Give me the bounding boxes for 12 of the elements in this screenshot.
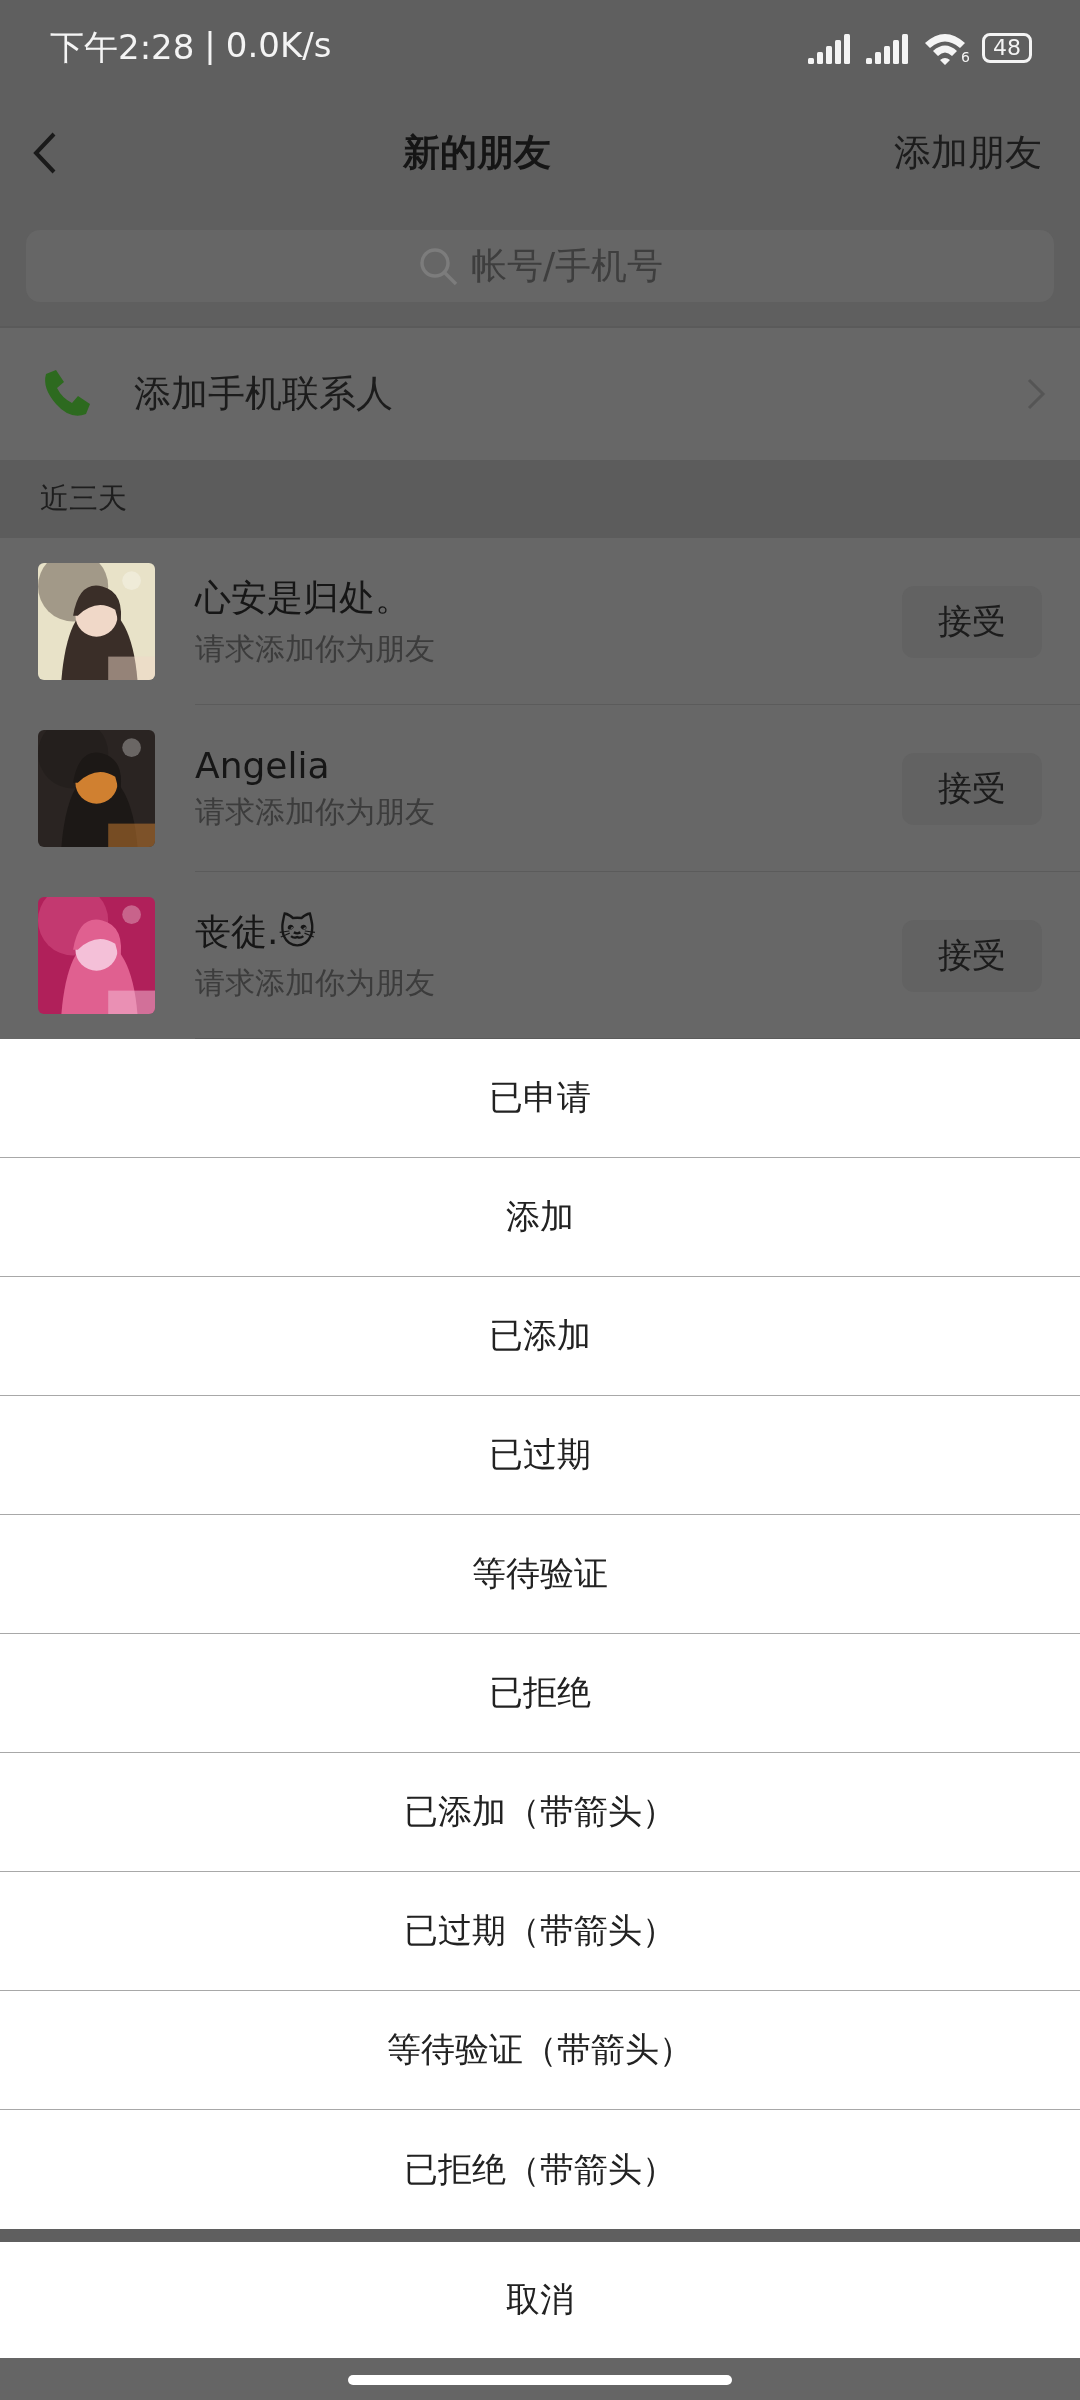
battery-icon: 48	[982, 33, 1032, 63]
page-title: 新的朋友	[402, 130, 552, 176]
section-header: 近三天	[0, 460, 1080, 538]
wifi-label: 6	[961, 49, 970, 65]
wifi-icon	[923, 31, 968, 65]
friend-name: 丧徒.🐱	[195, 909, 317, 954]
status-divider: |	[204, 25, 216, 67]
friend-name: 心安是归处。	[195, 575, 412, 620]
cancel-button[interactable]: 取消	[0, 2242, 1080, 2358]
network-speed: 0.0K/s	[225, 25, 332, 67]
friend-name: Angelia	[195, 744, 331, 786]
status-time: 下午2:28	[50, 26, 195, 69]
